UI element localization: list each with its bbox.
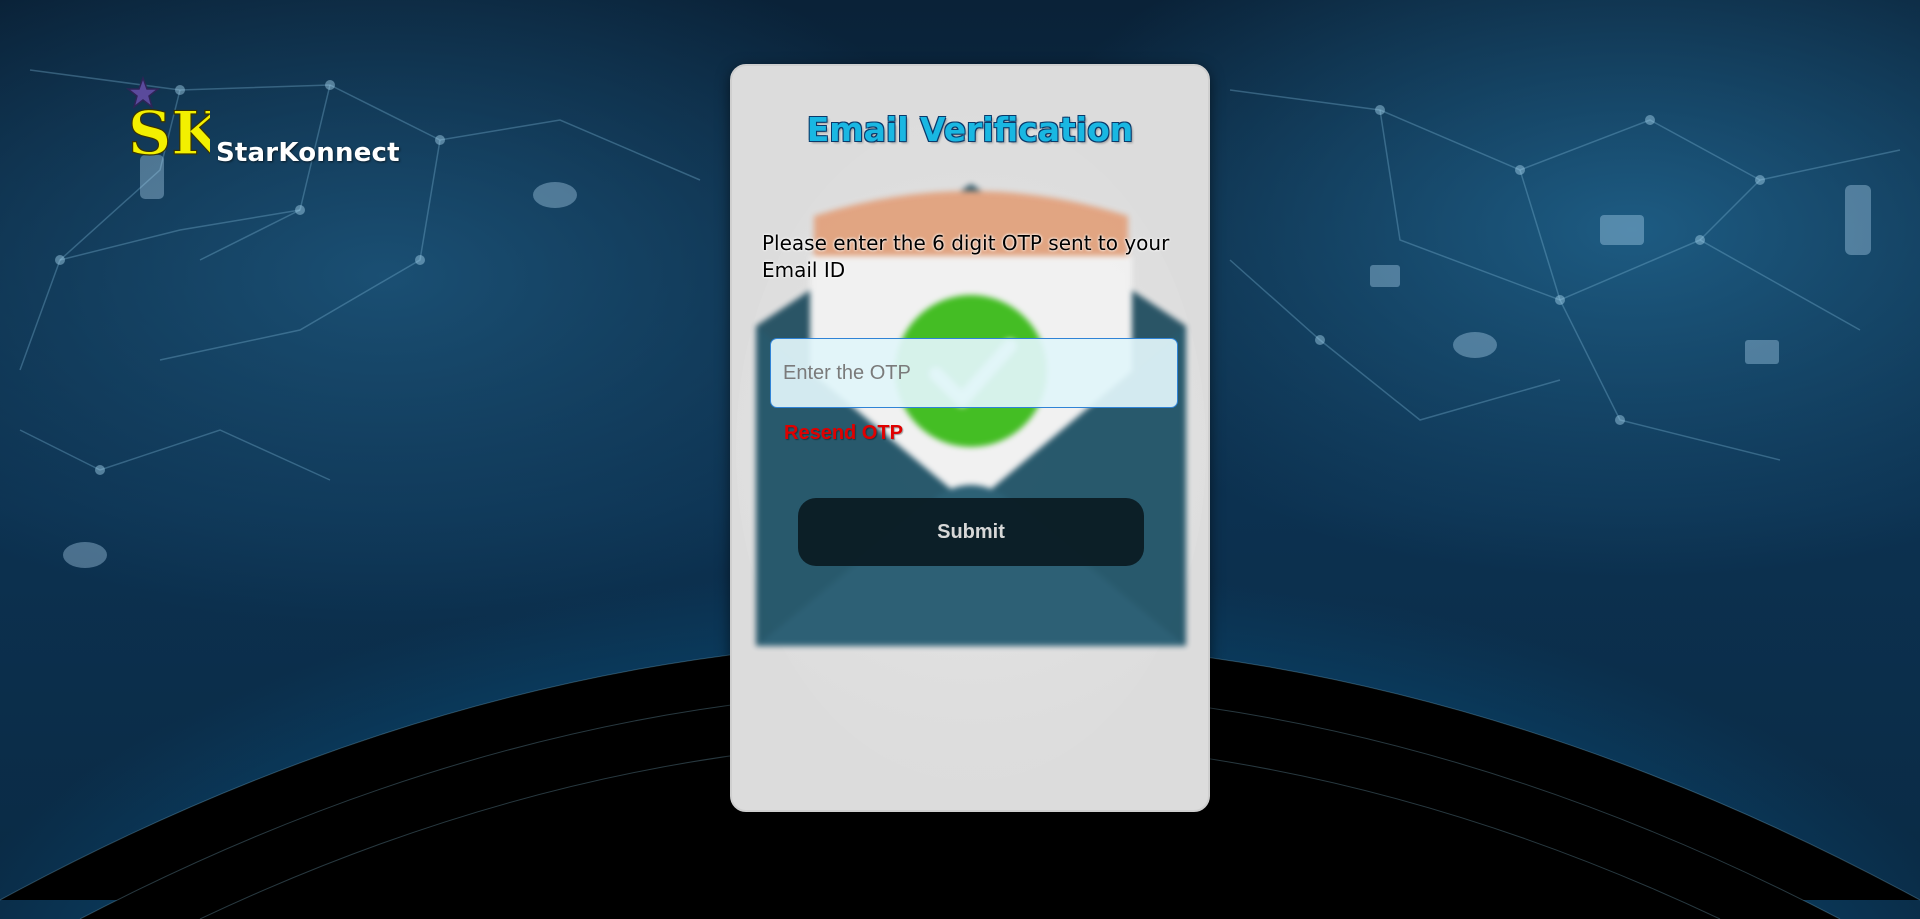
resend-otp-link[interactable]: Resend OTP xyxy=(784,422,903,445)
svg-text:SK: SK xyxy=(128,99,210,160)
otp-instruction: Please enter the 6 digit OTP sent to you… xyxy=(762,231,1170,282)
verification-card: Email Verification Please enter the 6 di… xyxy=(730,64,1210,812)
brand-header: SK StarKonnect xyxy=(124,76,400,176)
starkonnect-logo: SK xyxy=(125,76,210,160)
page-title: Email Verification xyxy=(806,110,1134,149)
brand-name: StarKonnect xyxy=(216,138,400,168)
submit-button[interactable]: Submit xyxy=(798,498,1144,566)
otp-input[interactable] xyxy=(770,338,1178,408)
